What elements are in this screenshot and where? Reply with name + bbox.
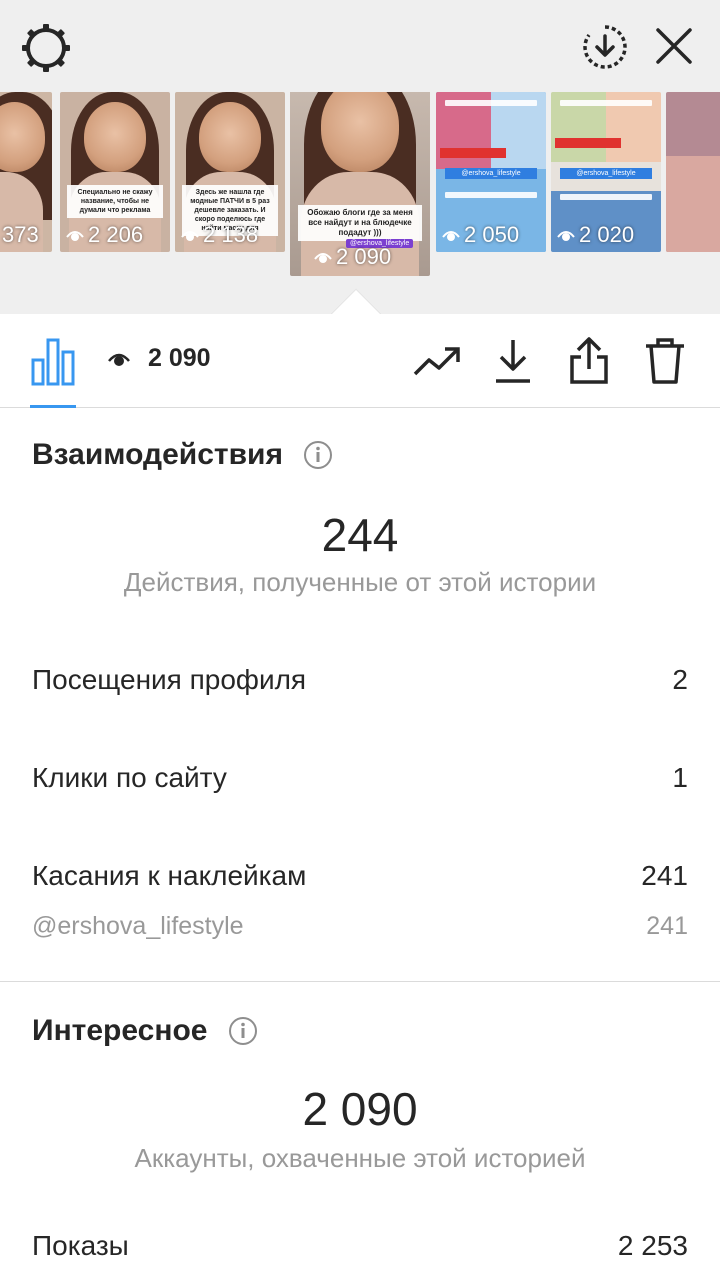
metric-row-profile-visits: Посещения профиля 2 xyxy=(32,664,688,696)
metric-value: 241 xyxy=(646,912,688,940)
metric-row-website-clicks: Клики по сайту 1 xyxy=(32,762,688,794)
eye-icon xyxy=(108,353,130,366)
story-thumbnail[interactable]: Здесь же нашла где модные ПАТЧИ в 5 раз … xyxy=(175,92,285,252)
active-tab-indicator xyxy=(30,405,76,408)
discovery-section-title: Интересное xyxy=(32,1014,258,1048)
interactions-total-label: Действия, полученные от этой истории xyxy=(123,567,597,597)
stories-carousel: 373 Специально не скажу название, чтобы … xyxy=(0,92,720,282)
story-thumbnail[interactable]: @ershova_lifestyle 2 050 xyxy=(436,92,546,252)
story-thumbnail[interactable]: 373 xyxy=(0,92,52,252)
info-icon[interactable] xyxy=(228,1016,258,1046)
metric-row-sticker-taps: Касания к наклейкам 241 xyxy=(32,860,688,892)
section-divider xyxy=(0,981,720,982)
story-thumbnail[interactable]: @ershova_lifestyle 2 020 xyxy=(551,92,661,252)
trend-up-icon[interactable] xyxy=(412,336,462,386)
story-views: 2 138 xyxy=(203,222,259,247)
stories-header: 373 Специально не скажу название, чтобы … xyxy=(0,0,720,340)
metric-value: 241 xyxy=(641,860,688,891)
eye-icon xyxy=(557,231,575,241)
story-view-count: 2 090 xyxy=(108,344,211,373)
metric-label: Клики по сайту xyxy=(32,762,227,793)
section-title-text: Взаимодействия xyxy=(32,438,283,471)
download-circle-icon[interactable] xyxy=(580,22,630,72)
metric-row-sticker-mention: @ershova_lifestyle 241 xyxy=(32,912,688,941)
story-toolbar: 2 090 xyxy=(0,314,720,408)
story-thumbnail[interactable] xyxy=(666,92,720,252)
story-caption: Специально не скажу название, чтобы не д… xyxy=(66,184,164,218)
metric-value: 2 xyxy=(672,664,688,695)
eye-icon xyxy=(66,231,84,241)
eye-icon xyxy=(314,253,332,263)
trash-icon[interactable] xyxy=(640,336,690,386)
metric-label: Посещения профиля xyxy=(32,664,307,695)
discovery-total: 2 090 xyxy=(302,1083,418,1135)
story-views: 2 206 xyxy=(88,222,144,247)
story-thumbnail[interactable]: Специально не скажу название, чтобы не д… xyxy=(60,92,170,252)
story-thumbnail-selected[interactable]: Обожаю блоги где за меня все найдут и на… xyxy=(290,92,430,276)
story-views: 2 090 xyxy=(336,244,392,269)
info-icon[interactable] xyxy=(303,440,333,470)
discovery-total-label: Аккаунты, охваченные этой историей xyxy=(134,1143,586,1173)
bar-chart-icon[interactable] xyxy=(30,336,76,386)
metric-label: @ershova_lifestyle xyxy=(32,912,244,940)
gear-icon[interactable] xyxy=(20,22,72,74)
share-icon[interactable] xyxy=(564,336,614,386)
interactions-total: 244 xyxy=(321,509,399,561)
eye-icon xyxy=(442,231,460,241)
story-views: 2 050 xyxy=(464,222,520,247)
story-views: 2 020 xyxy=(579,222,635,247)
close-icon[interactable] xyxy=(652,24,696,68)
metric-value: 2 253 xyxy=(617,1230,688,1261)
view-count-value: 2 090 xyxy=(148,344,211,372)
metric-label: Касания к наклейкам xyxy=(32,860,307,891)
metric-label: Показы xyxy=(32,1230,129,1261)
metric-value: 1 xyxy=(672,762,688,793)
story-views: 373 xyxy=(2,222,39,247)
eye-icon xyxy=(181,231,199,241)
section-title-text: Интересное xyxy=(32,1014,208,1047)
interactions-section-title: Взаимодействия xyxy=(32,438,333,472)
download-icon[interactable] xyxy=(488,336,538,386)
metric-row-impressions: Показы 2 253 xyxy=(32,1230,688,1262)
story-caption: Обожаю блоги где за меня все найдут и на… xyxy=(298,205,422,242)
